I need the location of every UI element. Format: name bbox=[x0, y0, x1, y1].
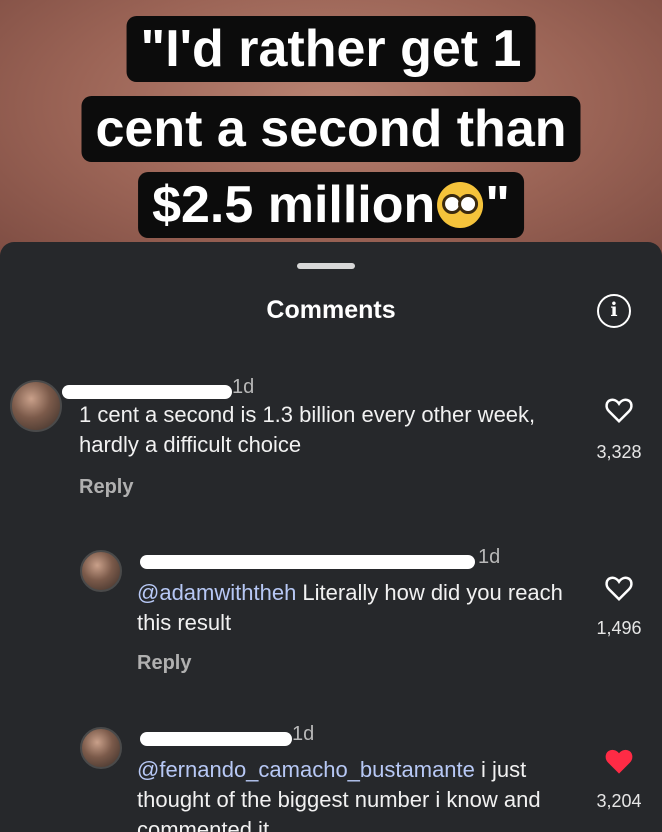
comment-time: 1d bbox=[232, 376, 255, 398]
avatar[interactable] bbox=[10, 380, 62, 432]
comment-mention[interactable]: @fernando_camacho_bustamante bbox=[137, 757, 475, 782]
like-count: 1,496 bbox=[596, 618, 642, 638]
comment-mention[interactable]: @adamwiththeh bbox=[137, 580, 296, 605]
comments-sheet: Comments i 1d 1 cent a second is 1.3 bil… bbox=[0, 242, 662, 832]
comment-time: 1d bbox=[292, 723, 315, 745]
comment-body: 1 cent a second is 1.3 billion every oth… bbox=[79, 402, 536, 457]
comment-time: 1d bbox=[478, 546, 501, 568]
avatar[interactable] bbox=[80, 727, 122, 769]
username-redacted[interactable] bbox=[140, 732, 292, 746]
comment-text: 1 cent a second is 1.3 billion every oth… bbox=[79, 400, 549, 460]
sheet-title: Comments bbox=[266, 296, 396, 324]
caption-line-3-text: $2.5 million bbox=[152, 176, 436, 234]
comment-text: @adamwiththeh Literally how did you reac… bbox=[137, 578, 567, 638]
sheet-drag-handle[interactable] bbox=[297, 263, 355, 269]
username-redacted[interactable] bbox=[62, 385, 232, 399]
heart-outline-icon[interactable] bbox=[604, 574, 634, 602]
like-count: 3,328 bbox=[596, 442, 642, 462]
caption-line-1: "I'd rather get 1 bbox=[126, 16, 536, 82]
heart-filled-icon[interactable] bbox=[604, 747, 634, 775]
avatar[interactable] bbox=[80, 550, 122, 592]
caption-line-3: $2.5 million " bbox=[138, 172, 524, 238]
username-redacted[interactable] bbox=[140, 555, 475, 569]
reply-button[interactable]: Reply bbox=[79, 476, 133, 499]
info-icon[interactable]: i bbox=[597, 294, 631, 328]
nerd-face-emoji-icon bbox=[437, 182, 484, 228]
caption-line-2: cent a second than bbox=[81, 96, 581, 162]
reply-button[interactable]: Reply bbox=[137, 652, 191, 675]
like-count: 3,204 bbox=[596, 791, 642, 811]
comment-text: @fernando_camacho_bustamante i just thou… bbox=[137, 755, 567, 832]
heart-outline-icon[interactable] bbox=[604, 396, 634, 424]
caption-close-quote: " bbox=[485, 176, 510, 234]
